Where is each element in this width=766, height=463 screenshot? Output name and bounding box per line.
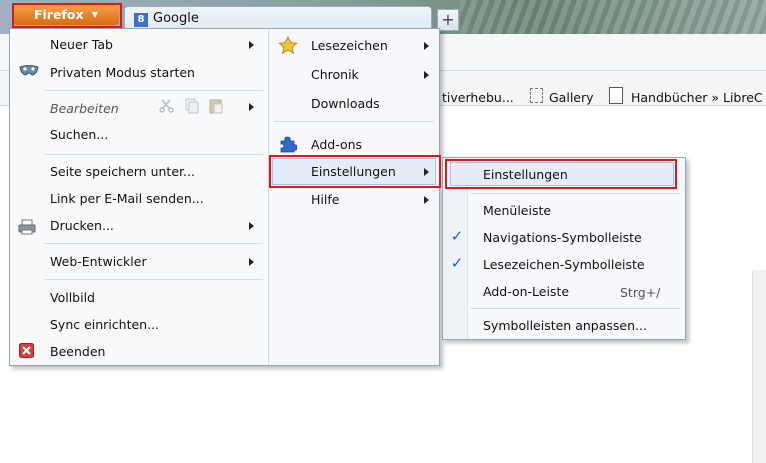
shortcut-label: Strg+/ [620, 285, 661, 300]
check-icon: ✓ [450, 254, 464, 272]
submenu-arrow-icon [249, 103, 254, 111]
menu-item-fullscreen[interactable]: Vollbild [50, 290, 95, 305]
submenu-arrow-icon [424, 71, 429, 79]
menu-item-history[interactable]: Chronik [311, 67, 359, 82]
menu-separator [45, 279, 263, 280]
menu-item-new-tab[interactable]: Neuer Tab [50, 37, 113, 52]
menu-item-addons[interactable]: Add-ons [311, 137, 362, 152]
menu-separator [470, 193, 680, 194]
titlebar-background-texture [460, 0, 766, 34]
menu-separator [45, 154, 263, 155]
submenu-item-navigation-toolbar[interactable]: Navigations-Symbolleiste [483, 230, 642, 245]
close-red-icon [19, 343, 34, 361]
menu-item-quit[interactable]: Beenden [50, 344, 105, 359]
menu-item-print[interactable]: Drucken... [50, 218, 114, 233]
menu-separator [45, 243, 263, 244]
annotation-highlight-submenu-settings [445, 159, 677, 189]
menu-item-bookmarks[interactable]: Lesezeichen [311, 38, 388, 53]
annotation-highlight-firefox-button [12, 3, 122, 28]
bookmark-item-1[interactable]: tiverhebu... [442, 90, 514, 105]
submenu-item-bookmarks-toolbar[interactable]: Lesezeichen-Symbolleiste [483, 257, 645, 272]
submenu-item-addon-bar[interactable]: Add-on-Leiste [483, 284, 569, 299]
page-side-panel [752, 270, 766, 463]
puzzle-icon [279, 135, 298, 156]
printer-icon [18, 219, 36, 238]
cut-icon [159, 98, 175, 117]
menu-item-edit[interactable]: Bearbeiten [50, 101, 119, 116]
page-icon [609, 87, 623, 104]
submenu-item-customize-toolbars[interactable]: Symbolleisten anpassen... [483, 318, 647, 333]
menu-item-downloads[interactable]: Downloads [311, 96, 380, 111]
menu-item-private-mode[interactable]: Privaten Modus starten [50, 65, 195, 80]
google-favicon-icon: 8 [134, 13, 148, 27]
submenu-arrow-icon [424, 42, 429, 50]
menu-separator [470, 308, 680, 309]
menu-separator [45, 90, 263, 91]
main-menu-column-divider [268, 29, 269, 365]
paste-icon [208, 98, 224, 117]
bookmark-placeholder-icon [530, 88, 543, 103]
annotation-highlight-settings [269, 155, 441, 188]
copy-icon [184, 98, 200, 117]
submenu-arrow-icon [424, 196, 429, 204]
bookmark-gallery[interactable]: Gallery [549, 90, 594, 105]
menu-item-save-page[interactable]: Seite speichern unter... [50, 164, 195, 179]
submenu-arrow-icon [249, 41, 254, 49]
bookmark-handbuecher[interactable]: Handbücher » LibreC [631, 90, 763, 105]
submenu-arrow-icon [249, 258, 254, 266]
star-icon [278, 35, 298, 58]
check-icon: ✓ [450, 227, 464, 245]
private-mask-icon [19, 64, 39, 81]
submenu-arrow-icon [249, 222, 254, 230]
menu-item-web-developer[interactable]: Web-Entwickler [50, 254, 147, 269]
new-tab-button[interactable]: + [437, 9, 459, 31]
menu-item-search[interactable]: Suchen... [50, 127, 108, 142]
menu-separator [274, 121, 434, 122]
menu-item-setup-sync[interactable]: Sync einrichten... [50, 317, 159, 332]
menu-item-help[interactable]: Hilfe [311, 192, 339, 207]
submenu-item-menu-bar[interactable]: Menüleiste [483, 203, 551, 218]
tab-label: Google [153, 11, 199, 26]
menu-item-email-link[interactable]: Link per E-Mail senden... [50, 191, 204, 206]
